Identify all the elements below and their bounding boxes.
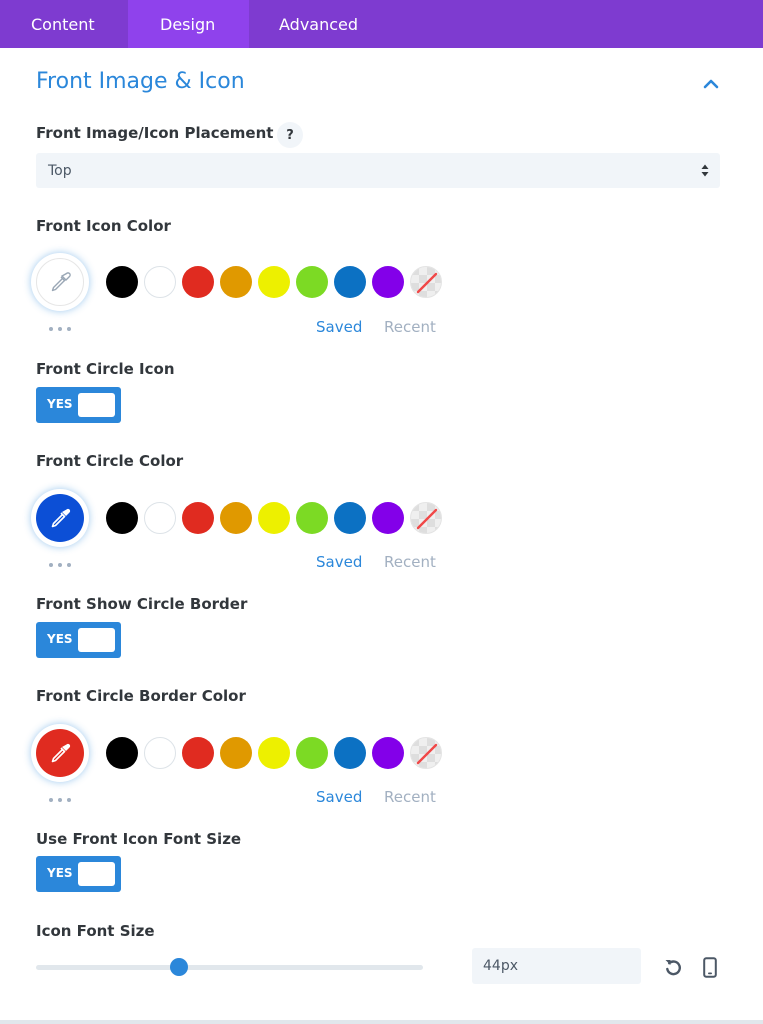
use-font-size-toggle[interactable]: YES bbox=[36, 856, 121, 892]
color-swatch[interactable] bbox=[106, 737, 138, 769]
eyedropper-icon bbox=[51, 508, 71, 528]
circle-border-label: Front Show Circle Border bbox=[36, 595, 248, 613]
use-font-size-label: Use Front Icon Font Size bbox=[36, 830, 242, 848]
placement-label: Front Image/Icon Placement bbox=[36, 124, 274, 142]
color-swatch[interactable] bbox=[182, 502, 214, 534]
placement-select[interactable]: Top bbox=[36, 153, 720, 188]
color-swatch[interactable] bbox=[220, 737, 252, 769]
toggle-knob bbox=[78, 862, 115, 886]
color-swatch[interactable] bbox=[182, 737, 214, 769]
no-color-swatch[interactable] bbox=[410, 266, 442, 298]
use-font-size-toggle-text: YES bbox=[47, 866, 73, 880]
font-size-label: Icon Font Size bbox=[36, 922, 155, 940]
circle-icon-toggle[interactable]: YES bbox=[36, 387, 121, 423]
more-options-icon[interactable] bbox=[47, 561, 73, 569]
color-swatch[interactable] bbox=[334, 502, 366, 534]
font-size-input[interactable] bbox=[472, 948, 641, 984]
color-swatch[interactable] bbox=[106, 502, 138, 534]
section-title[interactable]: Front Image & Icon bbox=[36, 69, 245, 94]
circle-border-toggle-text: YES bbox=[47, 632, 73, 646]
no-color-icon bbox=[411, 503, 441, 533]
border-color-preview bbox=[36, 729, 84, 777]
color-swatch[interactable] bbox=[220, 502, 252, 534]
circle-color-picker-button[interactable] bbox=[31, 489, 89, 547]
no-color-icon bbox=[411, 267, 441, 297]
eyedropper-icon bbox=[51, 272, 71, 292]
saved-colors-tab[interactable]: Saved bbox=[316, 553, 362, 571]
color-swatch[interactable] bbox=[182, 266, 214, 298]
toggle-knob bbox=[78, 393, 115, 417]
recent-colors-tab[interactable]: Recent bbox=[384, 553, 436, 571]
placement-select-value: Top bbox=[48, 162, 72, 179]
no-color-swatch[interactable] bbox=[410, 502, 442, 534]
color-swatch[interactable] bbox=[296, 502, 328, 534]
icon-color-picker-button[interactable] bbox=[31, 253, 89, 311]
tab-design-label: Design bbox=[160, 14, 216, 34]
color-swatch[interactable] bbox=[144, 737, 176, 769]
more-options-icon[interactable] bbox=[47, 796, 73, 804]
color-swatch[interactable] bbox=[334, 266, 366, 298]
tab-content-label: Content bbox=[31, 14, 95, 34]
bottom-divider bbox=[0, 1020, 763, 1024]
no-color-swatch[interactable] bbox=[410, 737, 442, 769]
tab-bar: Content Design Advanced bbox=[0, 0, 763, 48]
more-options-icon[interactable] bbox=[47, 325, 73, 333]
circle-color-label: Front Circle Color bbox=[36, 452, 184, 470]
color-swatch[interactable] bbox=[372, 266, 404, 298]
chevron-up-icon[interactable] bbox=[700, 74, 722, 94]
saved-colors-tab[interactable]: Saved bbox=[316, 318, 362, 336]
recent-colors-tab[interactable]: Recent bbox=[384, 788, 436, 806]
color-swatch[interactable] bbox=[372, 502, 404, 534]
border-color-label: Front Circle Border Color bbox=[36, 687, 246, 705]
color-swatch[interactable] bbox=[106, 266, 138, 298]
help-icon[interactable]: ? bbox=[277, 122, 303, 148]
circle-icon-label: Front Circle Icon bbox=[36, 360, 175, 378]
border-color-picker-button[interactable] bbox=[31, 724, 89, 782]
toggle-knob bbox=[78, 628, 115, 652]
color-swatch[interactable] bbox=[144, 502, 176, 534]
select-arrows-icon bbox=[701, 164, 709, 177]
icon-color-preview bbox=[36, 258, 84, 306]
tab-design[interactable]: Design bbox=[128, 0, 249, 48]
no-color-icon bbox=[411, 738, 441, 768]
tab-content[interactable]: Content bbox=[0, 0, 128, 48]
color-swatch[interactable] bbox=[334, 737, 366, 769]
color-swatch[interactable] bbox=[296, 737, 328, 769]
circle-color-preview bbox=[36, 494, 84, 542]
tab-advanced[interactable]: Advanced bbox=[249, 0, 358, 48]
font-size-slider-track[interactable] bbox=[36, 965, 423, 970]
tab-advanced-label: Advanced bbox=[279, 14, 359, 34]
icon-color-label: Front Icon Color bbox=[36, 217, 171, 235]
saved-colors-tab[interactable]: Saved bbox=[316, 788, 362, 806]
circle-icon-toggle-text: YES bbox=[47, 397, 73, 411]
color-swatch[interactable] bbox=[372, 737, 404, 769]
color-swatch[interactable] bbox=[258, 502, 290, 534]
reset-icon[interactable] bbox=[663, 957, 683, 977]
eyedropper-icon bbox=[51, 743, 71, 763]
circle-border-toggle[interactable]: YES bbox=[36, 622, 121, 658]
color-swatch[interactable] bbox=[220, 266, 252, 298]
recent-colors-tab[interactable]: Recent bbox=[384, 318, 436, 336]
color-swatch[interactable] bbox=[258, 737, 290, 769]
font-size-slider-thumb[interactable] bbox=[170, 958, 189, 976]
color-swatch[interactable] bbox=[144, 266, 176, 298]
color-swatch[interactable] bbox=[296, 266, 328, 298]
color-swatch[interactable] bbox=[258, 266, 290, 298]
mobile-device-icon[interactable] bbox=[703, 957, 717, 978]
